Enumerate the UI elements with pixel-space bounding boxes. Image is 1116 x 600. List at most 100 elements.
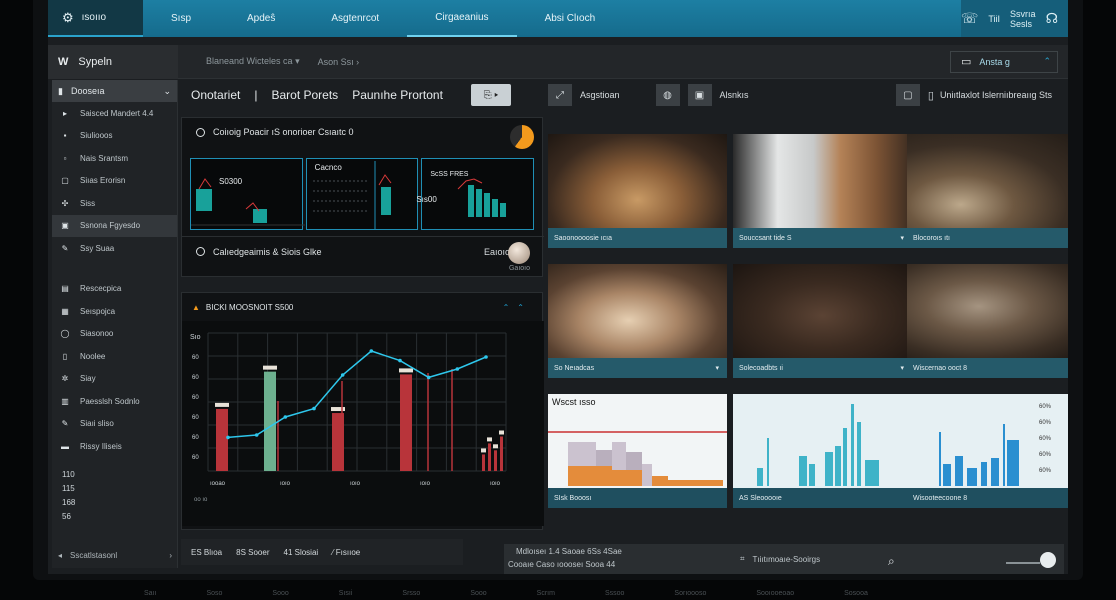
avatar[interactable] [508, 242, 530, 264]
record-icon[interactable] [1040, 552, 1056, 568]
sidebar-item[interactable]: ▤ Rescecpica [52, 278, 177, 301]
sidebar-item-label: Paesslsh Sodnlo [80, 396, 140, 406]
x-tick-label: ıoıo [490, 481, 501, 487]
sidebar-footer[interactable]: ◂ Sscatlstasonl › [52, 551, 178, 560]
status-item-2[interactable]: 8S Sooer [236, 548, 269, 557]
sidebar-item[interactable]: ✎ Siaıi sliso [52, 413, 177, 436]
sidebar-item[interactable]: ▸ Saisced Mandert 4.4 [52, 102, 177, 125]
expand-button[interactable]: ⤢ [548, 84, 572, 106]
taskbar-item[interactable]: Soso [206, 590, 222, 600]
nav-item-1[interactable]: Sısp [143, 0, 219, 37]
x-tick-label: ıooao [210, 481, 226, 487]
sidebar-header[interactable]: ▮ Dooseıa ⌄ [52, 80, 177, 102]
mini-bar [476, 189, 483, 217]
mini-bar [253, 209, 267, 223]
taskbar-item[interactable]: Srsso [402, 590, 420, 600]
sidebar-number: 115 [62, 483, 75, 493]
blue-bar [939, 432, 941, 486]
hist-bar [799, 456, 807, 486]
settings-button[interactable]: ▢ [895, 84, 920, 106]
sidebar-item[interactable]: ◯ Siasonoo [52, 323, 177, 346]
mini-chart-1[interactable]: S0300 [190, 158, 305, 230]
main-chart-card: ▲ BICKI MOOSNOIT S500 ⌃⌃ Sıo 60 60 60 60 60 60… [181, 292, 544, 530]
mini-chart-3[interactable]: ScSS FRES Sıs00 [416, 158, 535, 230]
sidebar-item[interactable]: ▬ Rissy Iliseis [52, 435, 177, 458]
nav-item-2[interactable]: Apdeŝ [219, 0, 303, 37]
taskbar-item[interactable]: Sısıi [339, 590, 353, 600]
status-item-3[interactable]: 41 Slosiai [284, 548, 319, 557]
gallery-tile[interactable]: Souccsant tide S ▾ [733, 134, 912, 248]
sidebar-item[interactable]: ▦ Seıspojca [52, 300, 177, 323]
account-menu[interactable]: ▭ Ansta g ⌃ [950, 50, 1058, 73]
stack-bar [652, 476, 668, 486]
status-item-1[interactable]: ES Blıoa [191, 548, 222, 557]
summary-row-1[interactable]: Coiıoig Poacir ıS onorioer Csıaıtc 0 [182, 118, 542, 146]
sidebar-item[interactable]: ▫ Nais Srantsm [52, 147, 177, 170]
chart-tile[interactable]: AS Sleooooıe [733, 394, 912, 508]
camera-icon[interactable]: ⌕ [888, 554, 895, 569]
gallery-tile[interactable]: Solecoadbts ıi ▾ [733, 264, 912, 378]
hist-bar [809, 464, 815, 486]
tile-caption: SIsk Booosı [548, 488, 727, 508]
sidebar-item[interactable]: ▯ Noolee [52, 345, 177, 368]
nav-item-5[interactable]: Absi Clıoch [517, 0, 624, 37]
chart-controls[interactable]: ⌃⌃ [503, 303, 532, 312]
taskbar-item[interactable]: Sssoo [605, 590, 624, 600]
gallery-tile[interactable]: Wiscernao ooct 8▾ [907, 264, 1068, 378]
taskbar-item[interactable]: Sosooa [844, 590, 868, 600]
panel-title: Onotariet | Barot Porets Paunıhe Prorton… [181, 80, 543, 110]
status-item-4[interactable]: ⁄ Fısııoe [332, 548, 360, 557]
nav-item-3[interactable]: Asgtenrcot [303, 0, 407, 37]
doc-icon: ▯ [927, 89, 934, 102]
sidebar-footer-label: Sscatlstasonl [70, 551, 118, 560]
chart-tile[interactable]: 60% 60% 60% 60% 60% Wisooteecoone 8▾ [907, 394, 1068, 508]
sidebar-item-label: Rescecpica [80, 284, 122, 294]
taskbar-item[interactable]: Sooo [470, 590, 486, 600]
avatar-caption: Gaıoıo [508, 265, 530, 272]
sidebar-item[interactable]: ✎ Ssy Suaa [52, 237, 177, 260]
chevron-down-icon: ▾ [900, 365, 904, 372]
headset-icon[interactable]: ☊ [1046, 10, 1058, 27]
brand-button[interactable]: ⚙ ısoııo [48, 0, 143, 37]
taskbar-item[interactable]: Saıı [144, 590, 156, 600]
stack-bar [568, 466, 612, 486]
info-middle[interactable]: ⌗ Tıiıtımoaıe-Sooirgs [740, 554, 820, 564]
export-button[interactable]: ⎘ ▸ [470, 84, 511, 106]
mini-bar [492, 199, 499, 217]
breadcrumb-1[interactable]: Blaneand Wicteles ca ▾ [178, 56, 300, 67]
sidebar-item[interactable]: ✲ Siay [52, 368, 177, 391]
chevron-down-icon: ▾ [715, 365, 719, 372]
gallery-tile[interactable]: So Neıadcas ▾ [548, 264, 727, 378]
stacked-bar-chart: Wscst ısso [548, 394, 727, 488]
gallery-tile[interactable]: Saoonoooosie ıcıa [548, 134, 727, 248]
y-tick-label: 60% [1039, 420, 1052, 426]
nav-item-4[interactable]: Cirgaeanius [407, 0, 517, 37]
x-tick-label: ıoıo [350, 481, 361, 487]
bread-button[interactable]: ◍ [655, 84, 680, 106]
warning-icon: ▲ [192, 302, 200, 312]
mini-chart-2[interactable]: Cacnco [305, 158, 419, 230]
summary-row-2[interactable]: Calıedgeaimis & Siois Glke Eaıoıo [182, 236, 544, 266]
taskbar-item[interactable]: Sooıooeoao [756, 590, 794, 600]
taskbar-item[interactable]: Sorıoooso [674, 590, 706, 600]
taskbar-item[interactable]: Sooo [272, 590, 288, 600]
sidebar-item[interactable]: ▥ Paesslsh Sodnlo [52, 390, 177, 413]
sidebar-item[interactable]: ▪ Siuliooos [52, 125, 177, 148]
sidebar-item[interactable]: ▢ Siıas Erorisn [52, 170, 177, 193]
chart-tile-title: Wscst ısso [552, 397, 596, 407]
image-button[interactable]: ▣ [687, 84, 712, 106]
bar-cap [263, 365, 277, 370]
bar [264, 371, 276, 471]
sidebar-item[interactable]: ▣ Ssnona Fgyesdo [52, 214, 177, 237]
sidebar-item-icon: ✣ [61, 198, 69, 208]
breadcrumb-2[interactable]: Ason Ssı › [300, 57, 360, 67]
mini-bar [380, 187, 391, 215]
support-icon[interactable]: ☏ [961, 10, 979, 27]
app-logo[interactable]: W Sypeln [48, 44, 178, 79]
sidebar-header-label: Dooseıa [70, 86, 105, 96]
taskbar-item[interactable]: Scrım [537, 590, 555, 600]
chart-tile[interactable]: Wscst ısso SIsk Booosı [548, 394, 727, 508]
radio-icon [196, 127, 205, 137]
gallery-tile[interactable]: Blocoroıs ıtı▾ [907, 134, 1068, 248]
sidebar-item[interactable]: ✣ Siss [52, 192, 177, 215]
